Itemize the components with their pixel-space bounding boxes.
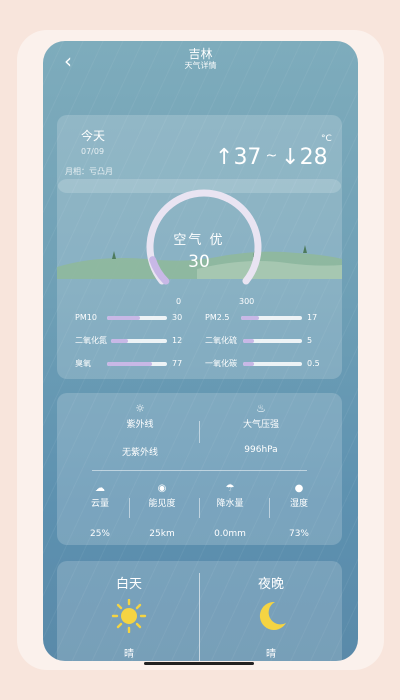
pollutant-value: 12: [172, 336, 183, 345]
stat-visibility: ◉ 能见度 25km: [132, 483, 192, 539]
today-date: 07/09: [81, 147, 105, 156]
weather-info-card: ☼ 紫外线 无紫外线 ♨ 大气压强 996hPa ☁ 云量 25% ◉ 能见度 …: [57, 393, 342, 545]
stat-value: 25%: [89, 529, 110, 539]
gauge-max: 300: [239, 297, 255, 306]
gauge-min: 0: [176, 297, 182, 306]
pollutant-bar-fill: [241, 316, 260, 320]
pollutant-bar: [243, 362, 302, 366]
eye-icon: ◉: [157, 483, 167, 494]
pollutant-value: 17: [307, 313, 318, 322]
rain-icon: ☂: [225, 483, 235, 494]
night-column: 夜晚 晴: [201, 573, 341, 660]
stat-label: 湿度: [289, 499, 308, 509]
pollutant-value: 77: [172, 359, 183, 368]
stat-precipitation: ☂ 降水量 0.0mm: [200, 483, 260, 539]
divider: [199, 421, 200, 443]
pressure-section: ♨ 大气压强 996hPa: [211, 402, 311, 456]
pollutant-bar-fill: [107, 316, 140, 320]
pollutant-bar: [241, 316, 302, 320]
night-label: 夜晚: [257, 577, 284, 592]
pollutant-value: 30: [172, 313, 183, 322]
day-column: 白天 晴: [59, 573, 199, 660]
pollutant-pm10: PM10 30: [75, 311, 193, 325]
stat-humidity: ● 湿度 73%: [269, 483, 329, 539]
pollutant-co: 一氧化碳 0.5: [205, 357, 335, 371]
arrow-down-icon: ↓: [281, 145, 300, 170]
uv-section: ☼ 紫外线 无紫外线: [90, 402, 190, 459]
stat-cloud: ☁ 云量 25%: [70, 483, 130, 539]
stat-value: 25km: [149, 529, 175, 539]
pressure-value: 996hPa: [244, 445, 278, 455]
stat-label: 云量: [90, 499, 109, 509]
air-quality-card: 空气 优 30 0 300 PM10 30 PM2.5 17 二氧化氮 12 二…: [57, 179, 342, 379]
day-night-card: 白天 晴 夜晚 晴: [57, 561, 342, 661]
stat-label: 能见度: [148, 499, 176, 509]
temperature-range: ↑37 ~ ↓28: [215, 145, 328, 170]
aqi-value: 30: [188, 252, 210, 272]
stat-value: 0.0mm: [214, 529, 246, 539]
pollutant-value: 5: [307, 336, 313, 345]
divider: [129, 498, 130, 518]
today-label: 今天: [81, 129, 106, 143]
top-bar: ‹ 吉林 天气详情: [43, 47, 358, 77]
pollutant-bar: [243, 339, 302, 343]
sun-outline-icon: ☼: [135, 402, 145, 415]
pollutant-so2: 二氧化硫 5: [205, 334, 335, 348]
stat-label: 降水量: [216, 499, 244, 509]
pollutant-bar: [111, 339, 167, 343]
pollutant-name: 二氧化氮: [75, 336, 107, 345]
app-screen: ‹ 吉林 天气详情 今天 07/09 月相：亏凸月 ↑37 ~ ↓28 °C 空气 …: [43, 41, 358, 661]
page-subtitle: 天气详情: [184, 61, 217, 70]
pollutant-bar: [107, 362, 167, 366]
pollutant-bar-fill: [107, 362, 152, 366]
pollutant-value: 0.5: [307, 359, 320, 368]
day-condition: 晴: [124, 649, 134, 660]
pollutant-o3: 臭氧 77: [75, 357, 193, 371]
pollutant-name: PM10: [75, 313, 97, 322]
divider: [92, 470, 307, 471]
low-temp: 28: [299, 145, 328, 170]
pollutant-bar-fill: [243, 339, 254, 343]
range-separator: ~: [265, 148, 278, 164]
arrow-up-icon: ↑: [215, 145, 234, 170]
uv-value: 无紫外线: [121, 448, 158, 458]
drop-icon: ●: [294, 483, 304, 494]
pollutant-name: 二氧化硫: [205, 336, 237, 345]
home-indicator: [144, 662, 254, 665]
air-quality-title: 空气 优: [173, 233, 225, 248]
pollutant-bar-fill: [111, 339, 128, 343]
pollutant-bar-fill: [243, 362, 254, 366]
night-condition: 晴: [266, 649, 276, 660]
pollutant-name: 一氧化碳: [205, 359, 237, 368]
cloud-icon: ☁: [95, 483, 105, 494]
high-temp: 37: [233, 145, 262, 170]
day-label: 白天: [115, 577, 142, 592]
pollutant-name: 臭氧: [75, 359, 91, 368]
pollutant-name: PM2.5: [205, 313, 230, 322]
pollutant-no2: 二氧化氮 12: [75, 334, 193, 348]
temp-unit: °C: [321, 134, 332, 144]
moon-phase: 月相：亏凸月: [65, 167, 113, 176]
moon-icon: [259, 601, 286, 630]
pressure-icon: ♨: [256, 402, 266, 415]
uv-label: 紫外线: [126, 420, 154, 430]
sun-icon: [111, 598, 147, 634]
pollutant-pm25: PM2.5 17: [205, 311, 335, 325]
divider: [199, 573, 200, 661]
city-title: 吉林: [188, 47, 213, 61]
pressure-label: 大气压强: [242, 420, 279, 430]
pollutant-bar: [107, 316, 167, 320]
stat-value: 73%: [288, 529, 309, 539]
